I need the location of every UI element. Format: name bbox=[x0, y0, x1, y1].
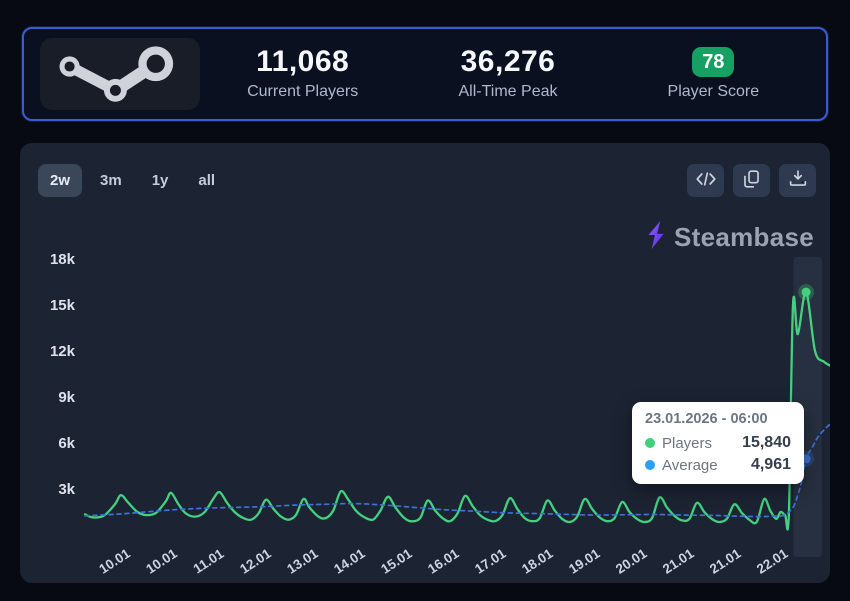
tooltip-average-row: Average 4,961 bbox=[645, 456, 791, 474]
copy-button[interactable] bbox=[733, 163, 770, 197]
tooltip-players-label: Players bbox=[662, 434, 713, 452]
current-players-label: Current Players bbox=[247, 83, 359, 100]
tooltip-players-value: 15,840 bbox=[742, 434, 791, 451]
player-score-stat: 78 Player Score bbox=[611, 47, 816, 101]
current-players-stat: 11,068 Current Players bbox=[200, 47, 405, 101]
svg-text:10.01: 10.01 bbox=[96, 545, 133, 576]
svg-text:16.01: 16.01 bbox=[425, 545, 462, 576]
svg-text:18.01: 18.01 bbox=[519, 545, 556, 576]
chart-panel: 2w 3m 1y all Steambase 3k 6k 9k 12k 15k … bbox=[20, 143, 830, 583]
chart-toolbar: 2w 3m 1y all bbox=[38, 163, 816, 197]
tooltip-players-row: Players 15,840 bbox=[645, 434, 791, 452]
svg-text:21.01: 21.01 bbox=[660, 545, 697, 576]
svg-text:19.01: 19.01 bbox=[566, 545, 603, 576]
steam-icon bbox=[45, 39, 195, 110]
game-stats-card: 11,068 Current Players 36,276 All-Time P… bbox=[22, 27, 828, 121]
range-button-all[interactable]: all bbox=[186, 164, 227, 197]
all-time-peak-label: All-Time Peak bbox=[458, 83, 558, 100]
svg-text:15.01: 15.01 bbox=[378, 545, 415, 576]
svg-text:20.01: 20.01 bbox=[613, 545, 650, 576]
tooltip-timestamp: 23.01.2026 - 06:00 bbox=[645, 411, 768, 427]
svg-text:13.01: 13.01 bbox=[284, 545, 321, 576]
player-chart-area[interactable]: 3k 6k 9k 12k 15k 18k 10.01 10.01 11.01 12.01 13.01… bbox=[30, 245, 830, 577]
average-dot-icon bbox=[645, 460, 655, 470]
stats-row: 11,068 Current Players 36,276 All-Time P… bbox=[200, 47, 816, 101]
svg-text:12.01: 12.01 bbox=[237, 545, 274, 576]
svg-text:15k: 15k bbox=[50, 297, 76, 314]
svg-text:18k: 18k bbox=[50, 251, 76, 268]
copy-icon bbox=[743, 169, 760, 191]
svg-text:10.01: 10.01 bbox=[143, 545, 180, 576]
svg-text:17.01: 17.01 bbox=[472, 545, 509, 576]
steam-logo-tile[interactable] bbox=[40, 38, 200, 110]
player-score-badge: 78 bbox=[692, 47, 735, 77]
tooltip-average-label: Average bbox=[662, 456, 718, 474]
svg-text:14.01: 14.01 bbox=[331, 545, 368, 576]
svg-text:3k: 3k bbox=[58, 481, 75, 498]
svg-text:21.01: 21.01 bbox=[707, 545, 744, 576]
download-icon bbox=[789, 170, 807, 190]
chart-tooltip: 23.01.2026 - 06:00 Players 15,840 Averag… bbox=[632, 402, 804, 484]
current-players-value: 11,068 bbox=[256, 45, 350, 78]
range-button-2w[interactable]: 2w bbox=[38, 163, 83, 197]
svg-text:12k: 12k bbox=[50, 343, 76, 360]
svg-text:6k: 6k bbox=[58, 435, 75, 452]
all-time-peak-value: 36,276 bbox=[460, 45, 556, 78]
time-range-group: 2w 3m 1y all bbox=[38, 163, 227, 197]
svg-text:9k: 9k bbox=[58, 389, 75, 406]
svg-text:22.01: 22.01 bbox=[754, 545, 791, 576]
embed-code-button[interactable] bbox=[687, 163, 724, 197]
tooltip-average-value: 4,961 bbox=[750, 456, 791, 473]
svg-text:11.01: 11.01 bbox=[191, 546, 227, 577]
embed-code-icon bbox=[695, 171, 716, 190]
players-dot-icon bbox=[645, 438, 655, 448]
chart-tools bbox=[687, 163, 816, 197]
range-button-1y[interactable]: 1y bbox=[140, 164, 181, 197]
range-button-3m[interactable]: 3m bbox=[88, 164, 134, 197]
player-score-label: Player Score bbox=[667, 83, 760, 100]
download-button[interactable] bbox=[779, 163, 816, 197]
all-time-peak-stat: 36,276 All-Time Peak bbox=[405, 47, 610, 101]
